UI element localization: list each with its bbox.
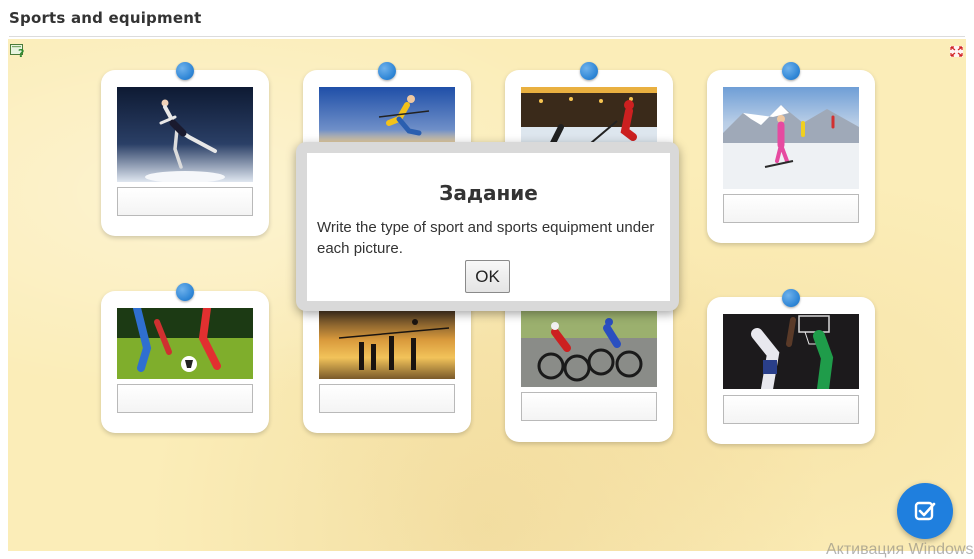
photo-volleyball [319, 308, 455, 379]
card-7 [505, 291, 673, 442]
header: Sports and equipment [0, 0, 974, 38]
windows-activation-watermark: Активация Windows [826, 541, 974, 558]
photo-skiing [723, 87, 859, 189]
pin-icon [580, 62, 598, 80]
pin-icon [378, 62, 396, 80]
svg-text:?: ? [18, 47, 24, 58]
card-1 [101, 62, 269, 236]
ok-button[interactable]: OK [465, 260, 510, 293]
answer-input-7[interactable] [521, 392, 657, 421]
dialog-title: Задание [439, 181, 538, 205]
photo-cycling [521, 308, 657, 387]
photo-football [117, 308, 253, 379]
photo-basketball [723, 314, 859, 389]
card-4 [707, 62, 875, 243]
pin-icon [782, 289, 800, 307]
pin-icon [782, 62, 800, 80]
answer-input-5[interactable] [117, 384, 253, 413]
task-dialog-body: Задание Write the type of sport and spor… [307, 153, 670, 301]
dialog-text: Write the type of sport and sports equip… [317, 219, 655, 257]
fullscreen-icon[interactable] [950, 44, 963, 57]
page-title: Sports and equipment [9, 9, 202, 27]
card-6 [303, 291, 471, 433]
answer-input-6[interactable] [319, 384, 455, 413]
check-icon [914, 501, 936, 521]
answer-input-1[interactable] [117, 187, 253, 216]
check-answers-button[interactable] [897, 483, 953, 539]
pin-icon [176, 283, 194, 301]
answer-input-4[interactable] [723, 194, 859, 223]
task-dialog: Задание Write the type of sport and spor… [296, 142, 679, 311]
header-divider [9, 36, 965, 37]
help-icon[interactable]: ? [10, 44, 26, 60]
answer-input-8[interactable] [723, 395, 859, 424]
pin-icon [176, 62, 194, 80]
photo-figure-skating [117, 87, 253, 182]
card-5 [101, 283, 269, 433]
card-8 [707, 289, 875, 444]
